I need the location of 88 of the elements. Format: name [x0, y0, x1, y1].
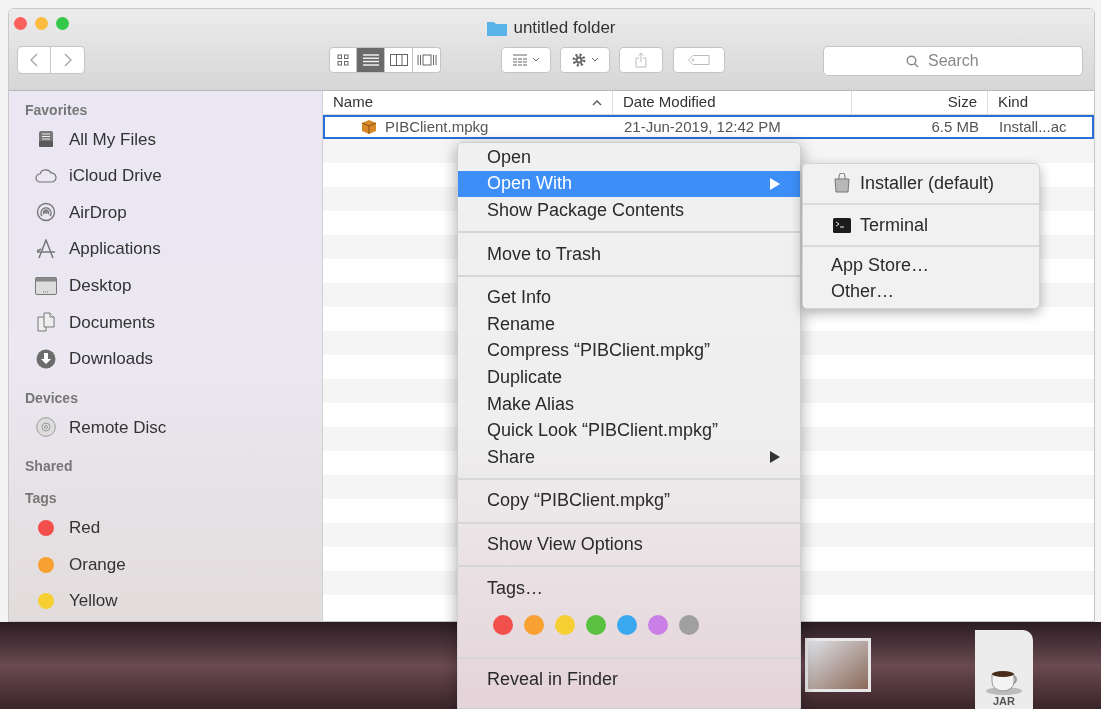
screenshot-thumbnail[interactable] [805, 638, 871, 692]
sidebar-item[interactable]: Yellow [69, 588, 118, 614]
menu-item[interactable]: Quick Look “PIBClient.mpkg” [458, 417, 800, 444]
size-cell-text: 6.5 MB [930, 116, 980, 137]
share-icon [635, 52, 647, 68]
column-header[interactable]: Name [323, 91, 612, 114]
cover-flow-icon [416, 54, 437, 66]
view-mode-tab[interactable] [329, 47, 357, 73]
sidebar-item[interactable]: Documents [69, 309, 155, 335]
file-type-label: JAR [993, 696, 1015, 707]
tag-button[interactable] [673, 47, 725, 73]
view-mode-tab[interactable] [385, 47, 413, 73]
chevron-right-icon [63, 53, 72, 67]
submenu-item[interactable]: Installer (default) [803, 168, 1039, 198]
window-title: untitled folder [513, 17, 616, 39]
menu-item[interactable]: Reveal in Finder [458, 666, 800, 693]
menu-item[interactable]: Compress “PIBClient.mpkg” [458, 337, 800, 365]
grid-icon [512, 53, 528, 67]
back-button[interactable] [17, 46, 51, 74]
close-button[interactable] [14, 17, 27, 30]
list-view-icon [362, 54, 379, 66]
columns-icon [389, 54, 408, 66]
sidebar-section-header: Devices [25, 388, 79, 408]
column-header[interactable]: Date Modified [612, 91, 851, 114]
sidebar-item[interactable]: iCloud Drive [69, 163, 162, 189]
menu-item[interactable]: Show View Options [458, 531, 800, 558]
icon-grid-icon [337, 54, 349, 66]
sidebar-item[interactable]: Desktop [69, 272, 132, 299]
documents-icon [36, 312, 56, 333]
caret-icon [591, 57, 599, 63]
file-stack-icon [37, 130, 55, 149]
file-row[interactable]: PIBClient.mpkg 21-Jun-2019, 12:42 PM 6.5 MB Install...ac [323, 115, 1094, 139]
minimize-button[interactable] [35, 17, 48, 30]
date-cell-text: 21-Jun-2019, 12:42 PM [623, 116, 782, 137]
menu-item[interactable]: Rename [458, 310, 800, 338]
forward-button[interactable] [51, 46, 85, 74]
disc-icon [36, 417, 56, 438]
menu-item[interactable]: Share [458, 443, 800, 471]
menu-item[interactable]: Get Info [458, 284, 800, 311]
sidebar-section-header: Tags [25, 489, 58, 509]
menu-item[interactable]: Tags… [458, 574, 800, 602]
airdrop-icon [36, 202, 56, 223]
view-mode-tab[interactable] [357, 47, 385, 73]
cloud-icon [35, 168, 57, 183]
sidebar-section-header: Shared [25, 457, 74, 477]
arrange-button[interactable] [501, 47, 551, 73]
sidebar-item[interactable]: Downloads [69, 346, 154, 372]
terminal-icon [833, 217, 851, 233]
sidebar-item[interactable]: Applications [69, 236, 161, 262]
download-icon [36, 348, 56, 369]
search-field[interactable]: Search [823, 46, 1083, 76]
search-icon [906, 55, 919, 68]
sidebar-item[interactable]: Remote Disc [69, 414, 167, 441]
column-header[interactable]: Kind [987, 91, 1094, 114]
submenu-arrow-icon [770, 451, 780, 464]
sidebar-item[interactable]: All My Files [69, 126, 156, 153]
submenu-arrow-icon [770, 177, 780, 190]
caret-icon [532, 57, 540, 63]
installer-icon [833, 173, 851, 193]
file-name: PIBClient.mpkg [385, 116, 489, 137]
view-mode-tab[interactable] [413, 47, 441, 73]
menu-item[interactable]: Make Alias [458, 390, 800, 418]
package-icon [361, 119, 377, 135]
submenu-item[interactable]: Other… [803, 278, 1039, 304]
kind-cell-text: Install...ac [998, 116, 1068, 137]
folder-icon [487, 19, 508, 36]
submenu-item[interactable]: Terminal [803, 210, 1039, 240]
zoom-button[interactable] [56, 17, 69, 30]
sidebar-item[interactable]: Red [69, 515, 101, 541]
sidebar-section-header: Favorites [25, 100, 89, 120]
jar-file-icon[interactable]: JAR [975, 630, 1033, 709]
menu-item[interactable]: Open [458, 144, 800, 171]
chevron-left-icon [30, 53, 38, 67]
tag-icon [688, 55, 710, 65]
settings-button[interactable] [560, 47, 610, 73]
menu-item[interactable]: Copy “PIBClient.mpkg” [458, 487, 800, 515]
desktop-icon [35, 276, 57, 295]
menu-item[interactable]: Move to Trash [458, 240, 800, 268]
menu-item[interactable]: Show Package Contents [458, 197, 800, 224]
share-button[interactable] [619, 47, 663, 73]
menu-item[interactable]: Duplicate [458, 364, 800, 391]
gear-icon [571, 52, 587, 68]
sort-caret-icon [592, 99, 602, 106]
sidebar-item[interactable]: Orange [69, 551, 126, 578]
applications-icon [35, 239, 57, 260]
sidebar-item[interactable]: AirDrop [69, 199, 127, 226]
column-header[interactable]: Size [851, 91, 987, 114]
submenu-item[interactable]: App Store… [803, 252, 1039, 278]
